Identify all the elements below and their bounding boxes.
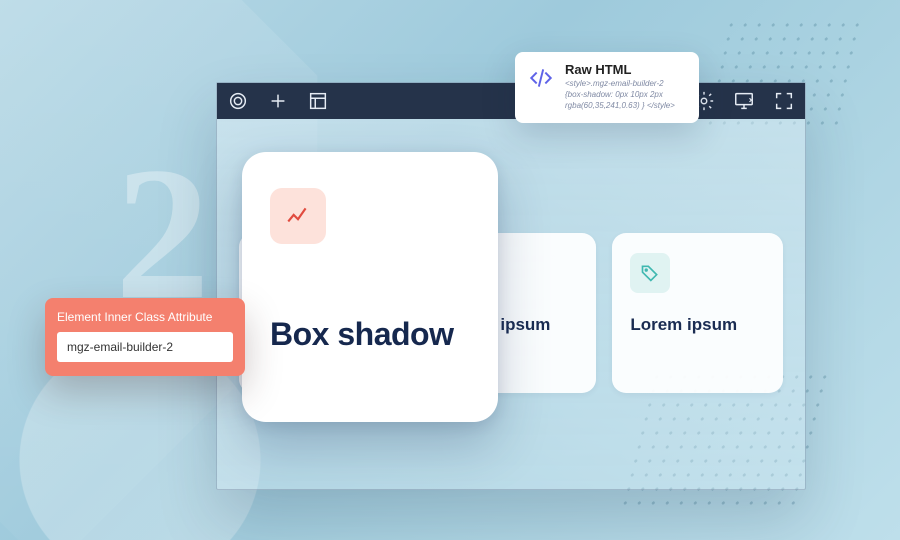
plus-icon[interactable]	[267, 90, 289, 112]
tag-icon	[630, 253, 670, 293]
raw-html-tooltip: Raw HTML <style>.mgz-email-builder-2 {bo…	[515, 52, 699, 123]
tooltip-body: <style>.mgz-email-builder-2 {box-shadow:…	[565, 79, 675, 111]
desktop-icon[interactable]	[733, 90, 755, 112]
stage: 2	[0, 0, 900, 540]
class-attribute-popover: Element Inner Class Attribute	[45, 298, 245, 376]
card-title: Lorem ipsum	[630, 315, 765, 335]
builder-toolbar	[217, 83, 805, 119]
popover-label: Element Inner Class Attribute	[57, 310, 233, 324]
layout-icon[interactable]	[307, 90, 329, 112]
big-card-title: Box shadow	[270, 316, 470, 353]
card-lorem-2[interactable]: Lorem ipsum	[612, 233, 783, 393]
fullscreen-icon[interactable]	[773, 90, 795, 112]
tooltip-title: Raw HTML	[565, 62, 675, 77]
trend-line-icon	[270, 188, 326, 244]
code-icon	[527, 64, 555, 92]
big-preview-card: Box shadow	[242, 152, 498, 422]
logo-circle-icon[interactable]	[227, 90, 249, 112]
class-name-input[interactable]	[57, 332, 233, 362]
